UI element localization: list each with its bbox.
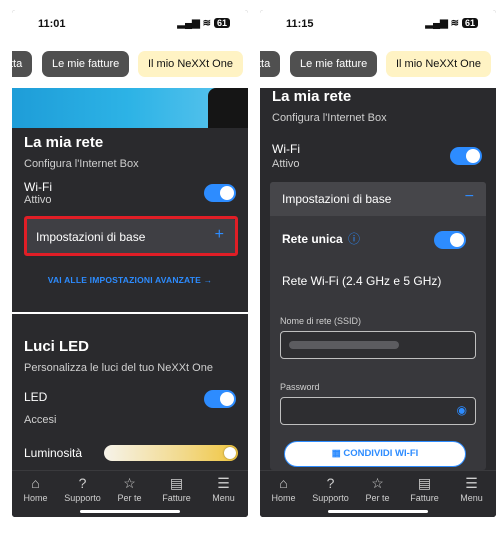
tab-bar: tta Le mie fatture Il mio NeXXt One xyxy=(12,40,248,88)
share-wifi-button[interactable]: ▦ CONDIVIDI WI-FI xyxy=(284,441,466,467)
ssid-redacted-value xyxy=(289,341,399,349)
nav-fatture[interactable]: ▤ Fatture xyxy=(153,475,200,503)
home-icon: ⌂ xyxy=(31,475,40,491)
nav-home[interactable]: ⌂ Home xyxy=(260,475,307,503)
nav-fatture[interactable]: ▤ Fatture xyxy=(401,475,448,503)
invoice-icon: ▤ xyxy=(169,475,184,491)
section-subtitle: Configura l'Internet Box xyxy=(272,112,387,124)
tab-offerta[interactable]: tta xyxy=(12,51,33,77)
home-indicator xyxy=(80,510,180,513)
advanced-settings-link[interactable]: VAI ALLE IMPOSTAZIONI AVANZATE → xyxy=(12,275,248,285)
basic-settings-panel xyxy=(270,182,486,470)
eye-icon[interactable]: ◉ xyxy=(457,403,467,417)
battery-icon: 61 xyxy=(213,18,230,28)
wifi-status: Attivo xyxy=(272,158,300,170)
nav-menu[interactable]: ☰ Menu xyxy=(448,475,495,503)
bottom-nav: ⌂ Home ? Supporto ☆ Per te ▤ Fatture ☰ Menu xyxy=(260,470,496,517)
brightness-slider[interactable] xyxy=(104,445,238,461)
led-label: LED xyxy=(24,390,48,404)
basic-settings-accordion[interactable]: Impostazioni di base − xyxy=(270,182,486,216)
support-icon: ? xyxy=(78,475,87,491)
status-time: 11:01 xyxy=(38,18,66,30)
tab-il-mio-nexxt-one[interactable]: Il mio NeXXt One xyxy=(386,51,491,77)
led-toggle[interactable] xyxy=(204,390,236,408)
section-title: La mia rete xyxy=(24,134,104,151)
minus-icon: − xyxy=(464,188,474,205)
unique-network-toggle[interactable] xyxy=(434,231,466,249)
tab-offerta[interactable]: tta xyxy=(260,51,281,77)
qr-icon: ▦ xyxy=(331,448,344,459)
star-icon: ☆ xyxy=(123,475,136,491)
wifi-label: Wi-Fi xyxy=(272,142,300,156)
home-icon: ⌂ xyxy=(279,475,288,491)
home-indicator xyxy=(328,510,428,513)
unique-network-label: Rete unica xyxy=(282,232,343,246)
nav-per-te[interactable]: ☆ Per te xyxy=(106,475,153,503)
password-input[interactable]: ◉ xyxy=(280,397,476,425)
battery-icon: 61 xyxy=(461,18,478,28)
wifi-label: Wi-Fi xyxy=(24,180,52,194)
menu-icon: ☰ xyxy=(217,475,230,491)
section-subtitle: Configura l'Internet Box xyxy=(24,158,139,170)
led-subtitle: Personalizza le luci del tuo NeXXt One xyxy=(24,362,213,374)
nav-menu[interactable]: ☰ Menu xyxy=(200,475,247,503)
content-area: La mia rete Configura l'Internet Box Wi-… xyxy=(260,88,496,517)
password-label: Password xyxy=(280,382,320,392)
section-title: La mia rete xyxy=(272,88,352,105)
ssid-input[interactable] xyxy=(280,331,476,359)
nav-home[interactable]: ⌂ Home xyxy=(12,475,59,503)
status-bar: 11:01 ▂▄▆ ≋ 61 xyxy=(12,10,248,40)
status-icons: ▂▄▆ ≋ 61 xyxy=(425,18,478,29)
tab-le-mie-fatture[interactable]: Le mie fatture xyxy=(290,51,378,77)
nav-per-te[interactable]: ☆ Per te xyxy=(354,475,401,503)
led-title: Luci LED xyxy=(24,338,90,355)
status-time: 11:15 xyxy=(286,18,314,30)
tab-bar: tta Le mie fatture Il mio NeXXt One xyxy=(260,40,496,88)
support-icon: ? xyxy=(326,475,335,491)
nav-supporto[interactable]: ? Supporto xyxy=(307,475,354,503)
phone-screen-left: 11:01 ▂▄▆ ≋61 tta Le mie fatture Il mio … xyxy=(12,10,248,517)
info-icon[interactable]: ⓘ xyxy=(348,230,360,247)
invoice-icon: ▤ xyxy=(417,475,432,491)
brightness-label: Luminosità xyxy=(24,446,83,460)
star-icon: ☆ xyxy=(371,475,384,491)
router-image xyxy=(208,88,248,128)
phone-screen-right: 11:15 ▂▄▆ ≋61 tta Le mie fatture Il mio … xyxy=(260,10,496,517)
highlight-box xyxy=(24,216,238,256)
section-divider xyxy=(12,312,248,314)
accordion-label: Impostazioni di base xyxy=(282,192,392,206)
tab-il-mio-nexxt-one[interactable]: Il mio NeXXt One xyxy=(138,51,243,77)
ssid-label: Nome di rete (SSID) xyxy=(280,316,362,326)
led-status: Accesi xyxy=(24,414,57,426)
nav-supporto[interactable]: ? Supporto xyxy=(59,475,106,503)
tab-le-mie-fatture[interactable]: Le mie fatture xyxy=(42,51,130,77)
wifi-bands-text: Rete Wi-Fi (2.4 GHz e 5 GHz) xyxy=(282,274,442,288)
hero-banner xyxy=(12,88,248,128)
wifi-toggle[interactable] xyxy=(450,147,482,165)
status-icons: ▂▄▆ ≋ 61 xyxy=(177,18,230,29)
wifi-toggle[interactable] xyxy=(204,184,236,202)
wifi-status: Attivo xyxy=(24,194,52,206)
bottom-nav: ⌂ Home ? Supporto ☆ Per te ▤ Fatture ☰ Menu xyxy=(12,470,248,517)
status-bar: 11:15 ▂▄▆ ≋ 61 xyxy=(260,10,496,40)
menu-icon: ☰ xyxy=(465,475,478,491)
content-area: La mia rete Configura l'Internet Box Wi-… xyxy=(12,88,248,517)
